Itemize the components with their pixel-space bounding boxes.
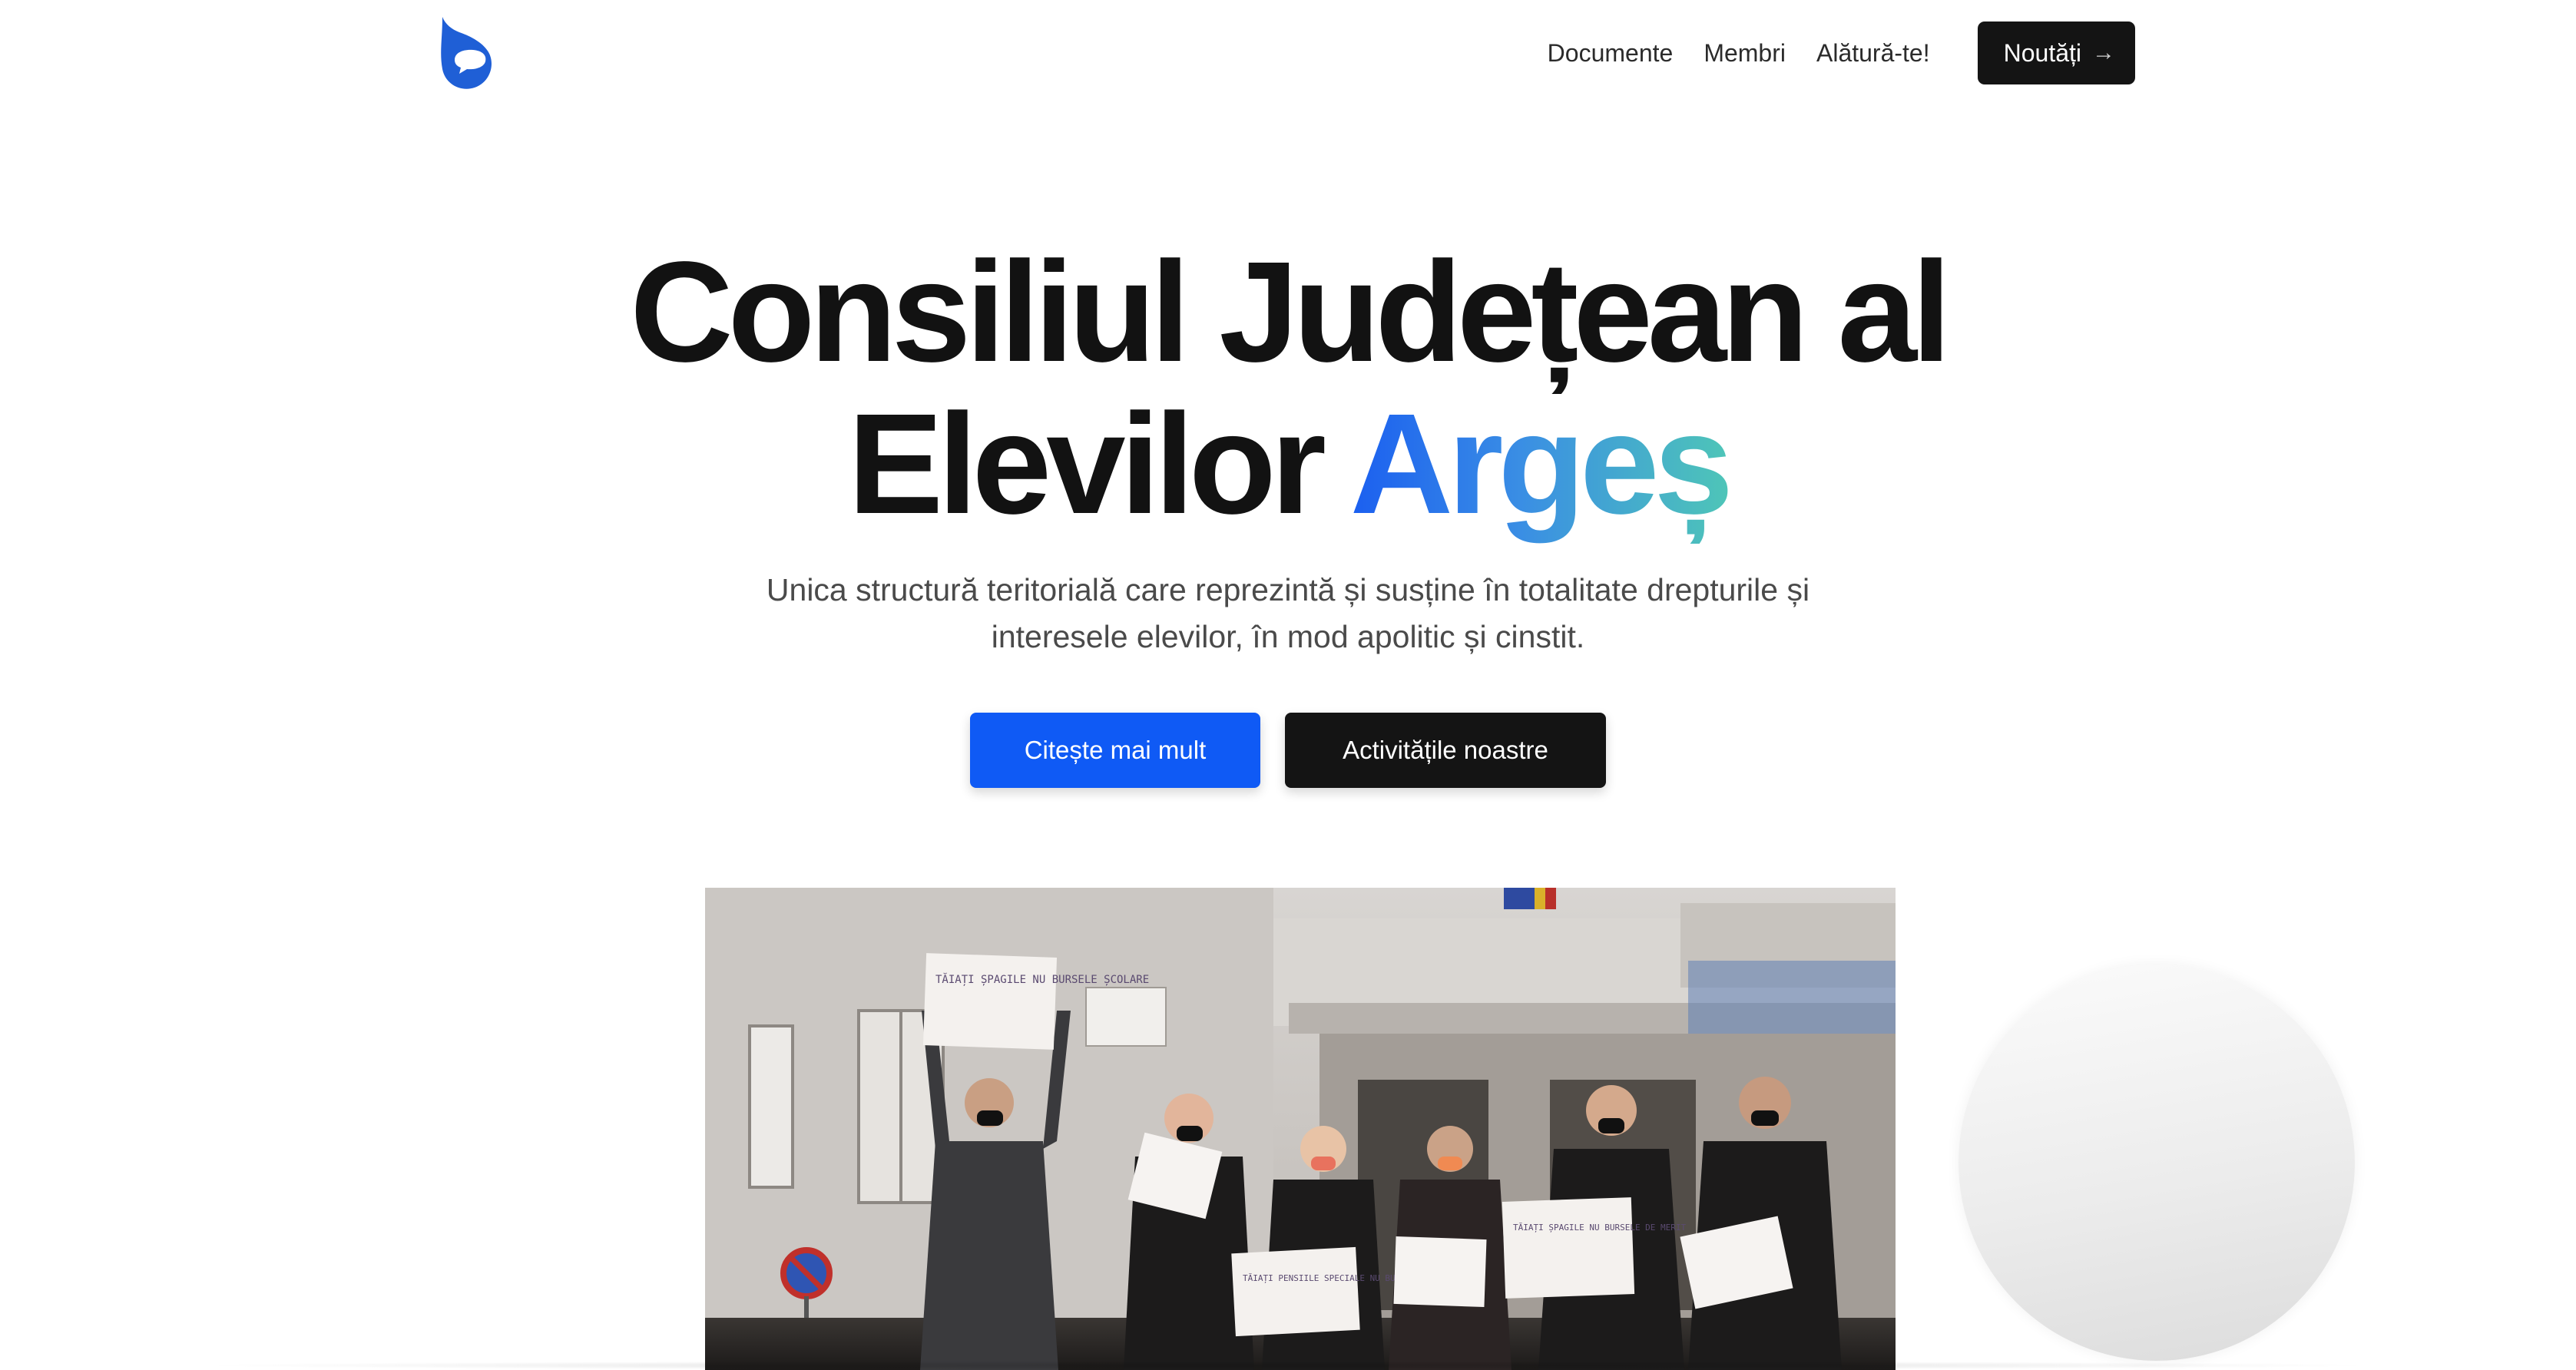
sign-1-text: TĂIAȚI ȘPAGILE NU BURSELE ȘCOLARE — [935, 972, 1149, 986]
news-button[interactable]: Noutăți → — [1977, 22, 2135, 84]
decorative-circle — [1958, 965, 2355, 1361]
read-more-button[interactable]: Citește mai mult — [970, 713, 1260, 788]
sign-5-text: TĂIAȚI ȘPAGILE NU BURSELE DE MERIT — [1513, 1223, 1687, 1233]
hero-subtitle: Unica structură teritorială care reprezi… — [766, 572, 1810, 654]
activities-button[interactable]: Activitățile noastre — [1285, 713, 1606, 788]
nav-alatura-te[interactable]: Alătură-te! — [1816, 39, 1930, 68]
site-logo[interactable] — [438, 15, 495, 92]
protest-photo-illustration: TĂIAȚI ȘPAGILE NU BURSELE ȘCOLARE TĂIAȚI… — [705, 888, 1896, 1370]
arrow-right-icon: → — [2092, 40, 2115, 65]
nav-membri[interactable]: Membri — [1704, 39, 1786, 68]
hero-cta-group: Citește mai mult Activitățile noastre — [0, 713, 2576, 788]
hero-title-accent: Argeș — [1349, 385, 1733, 544]
hero-title-line1: Consiliul Județean al — [630, 233, 1951, 392]
sign-3-text: TĂIAȚI PENSIILE SPECIALE NU BURSELE — [1243, 1273, 1421, 1283]
nav-documente[interactable]: Documente — [1548, 39, 1674, 68]
main-nav: Documente Membri Alătură-te! Noutăți → — [1548, 22, 2135, 84]
speech-bubble-logo-icon — [441, 17, 492, 89]
news-button-label: Noutăți — [2003, 38, 2081, 67]
hero-title-line2: Elevilor — [848, 385, 1350, 544]
hero-photo: TĂIAȚI ȘPAGILE NU BURSELE ȘCOLARE TĂIAȚI… — [705, 888, 1896, 1370]
protest-sign-4 — [1393, 1236, 1487, 1308]
hero-title: Consiliul Județean al Elevilor Argeș — [0, 237, 2576, 541]
section-shadow — [184, 1361, 2392, 1370]
